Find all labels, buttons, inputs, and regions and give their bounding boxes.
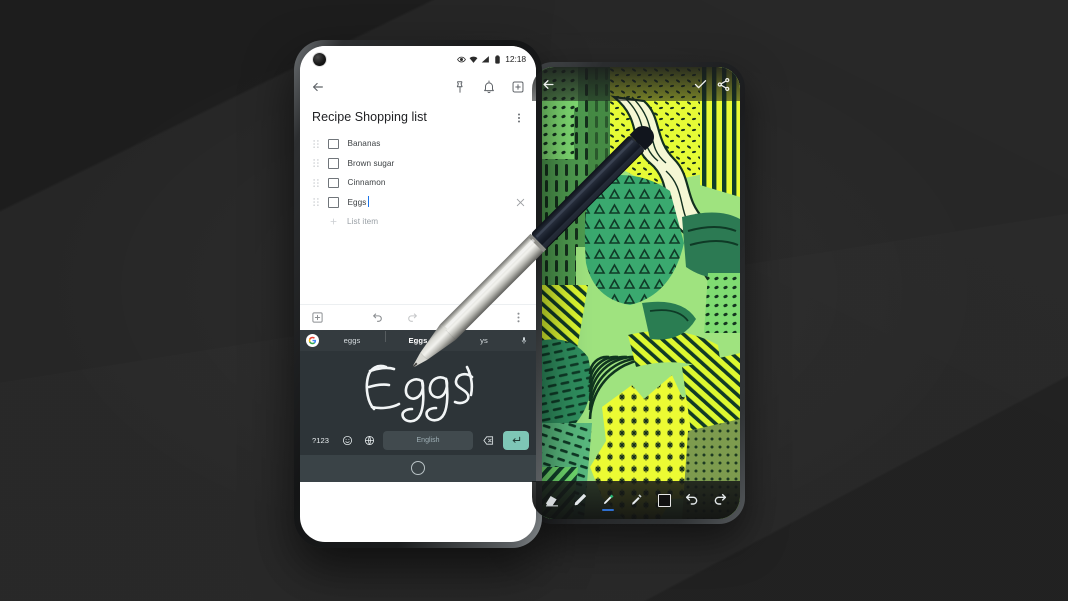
reminder-bell-icon[interactable] bbox=[482, 80, 496, 94]
add-list-item-row[interactable]: List item bbox=[300, 212, 536, 232]
handwriting-input-area[interactable] bbox=[300, 350, 536, 429]
check-icon[interactable] bbox=[693, 77, 708, 92]
list-item-active[interactable]: Eggs bbox=[300, 193, 536, 213]
space-key[interactable]: English bbox=[383, 431, 473, 450]
google-g-icon[interactable] bbox=[306, 333, 319, 347]
navigation-bar bbox=[300, 454, 536, 482]
checklist: Bananas Brown sugar Cinnamon Eggs List i… bbox=[300, 134, 536, 232]
kebab-menu-icon[interactable] bbox=[513, 111, 525, 125]
add-list-item-placeholder[interactable]: List item bbox=[347, 217, 378, 226]
status-bar: 12:18 bbox=[300, 46, 536, 72]
close-icon[interactable] bbox=[515, 197, 526, 208]
list-item[interactable]: Brown sugar bbox=[300, 154, 536, 174]
drag-handle-icon[interactable] bbox=[312, 139, 320, 149]
smartphone-right bbox=[527, 62, 745, 524]
note-title-row: Recipe Shopping list bbox=[300, 110, 536, 125]
checkbox[interactable] bbox=[328, 138, 339, 149]
page-title[interactable]: Recipe Shopping list bbox=[312, 110, 513, 125]
suggestion-word[interactable]: eggs bbox=[319, 336, 385, 345]
keyboard-bottom-row: ?123 English bbox=[300, 429, 536, 455]
note-bottom-toolbar bbox=[300, 303, 536, 330]
status-bar-icons: 12:18 bbox=[457, 54, 526, 64]
back-arrow-icon[interactable] bbox=[541, 77, 556, 92]
redo-icon[interactable] bbox=[711, 490, 729, 510]
smartphone-left: 12:18 Recipe Shopping list Bananas Brown… bbox=[294, 40, 542, 548]
plus-icon[interactable] bbox=[329, 217, 338, 226]
note-app-bar bbox=[300, 72, 536, 102]
color-swatch[interactable] bbox=[657, 493, 671, 507]
list-item-label[interactable]: Cinnamon bbox=[348, 178, 386, 187]
drag-handle-icon[interactable] bbox=[312, 197, 320, 207]
suggestion-strip: eggs Eggs ys bbox=[300, 329, 536, 351]
suggestion-word-selected[interactable]: Eggs bbox=[385, 330, 451, 345]
redo-icon[interactable] bbox=[406, 311, 419, 324]
archive-icon[interactable] bbox=[511, 80, 525, 94]
undo-redo-group bbox=[371, 311, 419, 324]
wifi-icon bbox=[469, 55, 478, 64]
microphone-icon[interactable] bbox=[517, 335, 530, 346]
list-item[interactable]: Bananas bbox=[300, 134, 536, 154]
list-item-label[interactable]: Bananas bbox=[348, 139, 381, 148]
on-screen-keyboard: eggs Eggs ys ?123 English bbox=[300, 329, 536, 482]
list-item[interactable]: Cinnamon bbox=[300, 173, 536, 193]
globe-icon[interactable] bbox=[361, 431, 378, 450]
undo-icon[interactable] bbox=[683, 490, 701, 510]
back-arrow-icon[interactable] bbox=[311, 80, 325, 94]
kebab-menu-icon[interactable] bbox=[512, 311, 525, 324]
status-bar-clock: 12:18 bbox=[505, 54, 526, 64]
suggestion-word[interactable]: ys bbox=[451, 330, 517, 345]
enter-key[interactable] bbox=[503, 431, 529, 450]
pen-tool[interactable] bbox=[571, 490, 589, 510]
front-camera-punch-hole bbox=[313, 53, 326, 66]
pin-icon[interactable] bbox=[453, 80, 467, 94]
home-circle-icon[interactable] bbox=[411, 461, 425, 475]
marker-tool[interactable] bbox=[627, 490, 645, 510]
battery-icon bbox=[493, 54, 502, 64]
drag-handle-icon[interactable] bbox=[312, 178, 320, 188]
add-box-icon[interactable] bbox=[311, 311, 324, 324]
undo-icon[interactable] bbox=[371, 311, 384, 324]
emoji-icon[interactable] bbox=[339, 431, 356, 450]
list-item-input[interactable]: Eggs bbox=[348, 196, 369, 208]
checkbox[interactable] bbox=[328, 177, 339, 188]
drawing-canvas[interactable] bbox=[532, 67, 740, 519]
checkbox[interactable] bbox=[328, 197, 339, 208]
drawing-tool-bar bbox=[532, 481, 740, 519]
note-content: Recipe Shopping list Bananas Brown sugar… bbox=[300, 102, 536, 304]
color-swatch-icon[interactable] bbox=[655, 490, 673, 510]
checkbox[interactable] bbox=[328, 158, 339, 169]
signal-icon bbox=[481, 55, 490, 64]
left-phone-screen: 12:18 Recipe Shopping list Bananas Brown… bbox=[300, 46, 536, 542]
screenshot-stage: 12:18 Recipe Shopping list Bananas Brown… bbox=[0, 0, 1068, 601]
eye-icon bbox=[457, 55, 467, 64]
symbols-key[interactable]: ?123 bbox=[307, 431, 334, 450]
right-phone-top-bar bbox=[532, 67, 740, 101]
eraser-tool[interactable] bbox=[543, 490, 561, 510]
drag-handle-icon[interactable] bbox=[312, 158, 320, 168]
backspace-icon[interactable] bbox=[478, 431, 498, 450]
right-phone-screen bbox=[532, 67, 740, 519]
note-empty-space bbox=[300, 231, 536, 304]
list-item-label[interactable]: Brown sugar bbox=[348, 159, 395, 168]
highlighter-tool[interactable] bbox=[599, 490, 617, 511]
share-icon[interactable] bbox=[716, 77, 731, 92]
